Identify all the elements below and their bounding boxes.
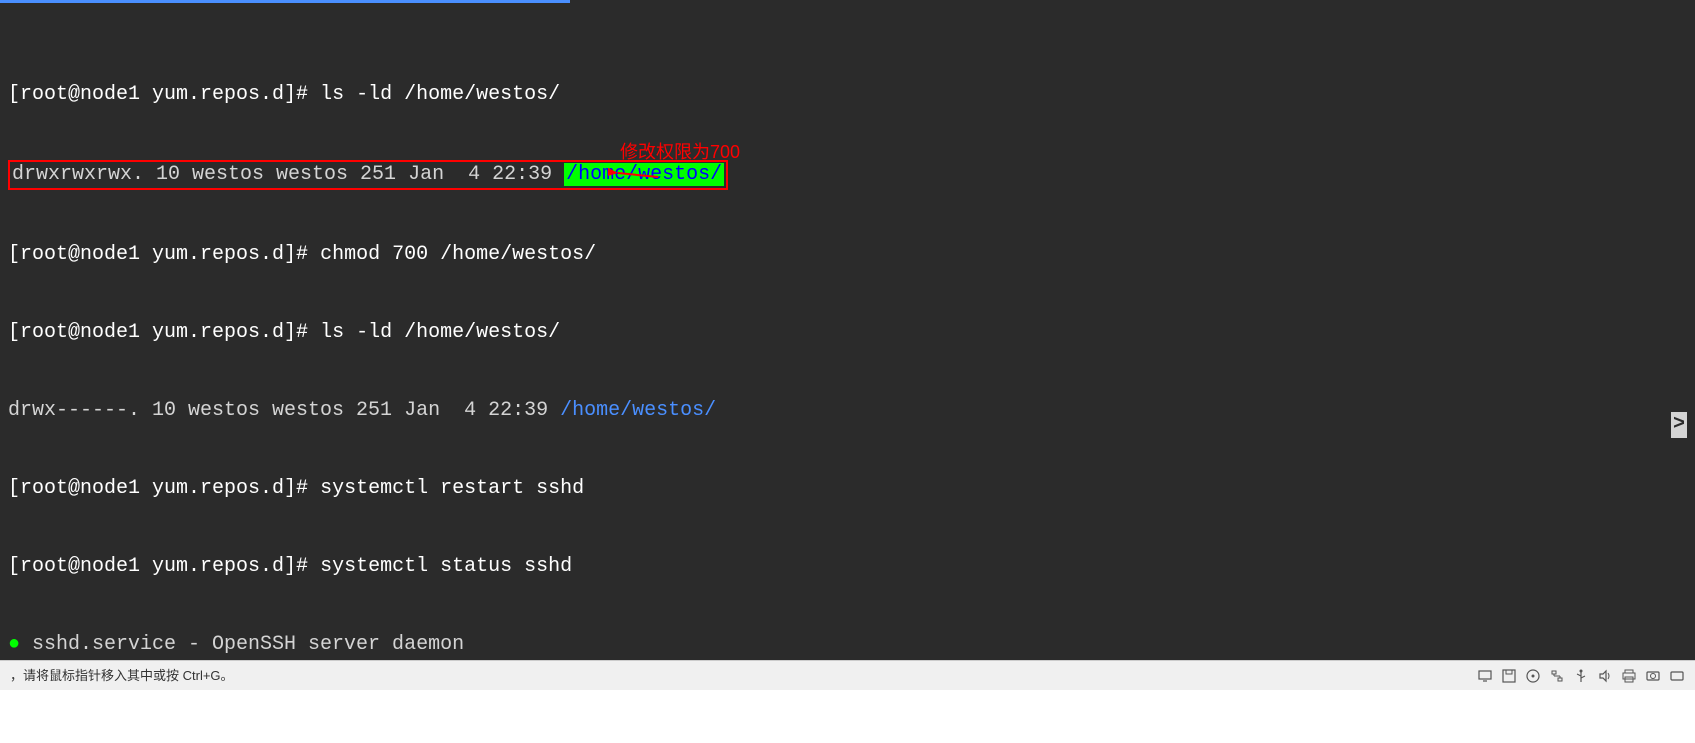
prompt: [root@node1 yum.repos.d]# [8, 477, 320, 500]
terminal-line: drwx------. 10 westos westos 251 Jan 4 2… [8, 398, 1687, 424]
printer-icon[interactable] [1621, 668, 1637, 684]
command: systemctl restart sshd [320, 477, 584, 500]
terminal-line: [root@node1 yum.repos.d]# systemctl stat… [8, 554, 1687, 580]
prompt: [root@node1 yum.repos.d]# [8, 555, 320, 578]
command: chmod 700 /home/westos/ [320, 243, 596, 266]
disc-icon[interactable] [1525, 668, 1541, 684]
prompt: [root@node1 yum.repos.d]# [8, 83, 320, 106]
statusbar-icons [1477, 668, 1685, 684]
monitor-icon[interactable] [1477, 668, 1493, 684]
sound-icon[interactable] [1597, 668, 1613, 684]
service-name: sshd.service - OpenSSH server daemon [20, 633, 464, 656]
path: /home/westos/ [560, 399, 716, 422]
ls-output: drwxrwxrwx. 10 westos westos 251 Jan 4 2… [12, 163, 564, 186]
floppy-icon[interactable] [1501, 668, 1517, 684]
ls-output: drwx------. 10 westos westos 251 Jan 4 2… [8, 399, 560, 422]
status-dot-icon: ● [8, 632, 20, 658]
control-icon[interactable] [1669, 668, 1685, 684]
terminal-line: ● sshd.service - OpenSSH server daemon [8, 632, 1687, 658]
prompt: [root@node1 yum.repos.d]# [8, 321, 320, 344]
top-selection-border [0, 0, 570, 3]
camera-icon[interactable] [1645, 668, 1661, 684]
command: ls -ld /home/westos/ [320, 83, 560, 106]
terminal-line: [root@node1 yum.repos.d]# systemctl rest… [8, 476, 1687, 502]
scroll-right-indicator: > [1671, 412, 1687, 438]
terminal-window[interactable]: [root@node1 yum.repos.d]# ls -ld /home/w… [0, 0, 1695, 660]
prompt: [root@node1 yum.repos.d]# [8, 243, 320, 266]
terminal-line-highlighted: drwxrwxrwx. 10 westos westos 251 Jan 4 2… [8, 160, 1687, 190]
usb-icon[interactable] [1573, 668, 1589, 684]
network-icon[interactable] [1549, 668, 1565, 684]
terminal-line: [root@node1 yum.repos.d]# ls -ld /home/w… [8, 82, 1687, 108]
command: systemctl status sshd [320, 555, 572, 578]
terminal-line: [root@node1 yum.repos.d]# chmod 700 /hom… [8, 242, 1687, 268]
highlighted-path: /home/westos/ [564, 163, 724, 186]
red-highlight-box: drwxrwxrwx. 10 westos westos 251 Jan 4 2… [8, 160, 728, 190]
statusbar-text: ，请将鼠标指针移入其中或按 Ctrl+G。 [10, 663, 234, 689]
command: ls -ld /home/westos/ [320, 321, 560, 344]
vm-statusbar: ，请将鼠标指针移入其中或按 Ctrl+G。 [0, 660, 1695, 690]
terminal-line: [root@node1 yum.repos.d]# ls -ld /home/w… [8, 320, 1687, 346]
